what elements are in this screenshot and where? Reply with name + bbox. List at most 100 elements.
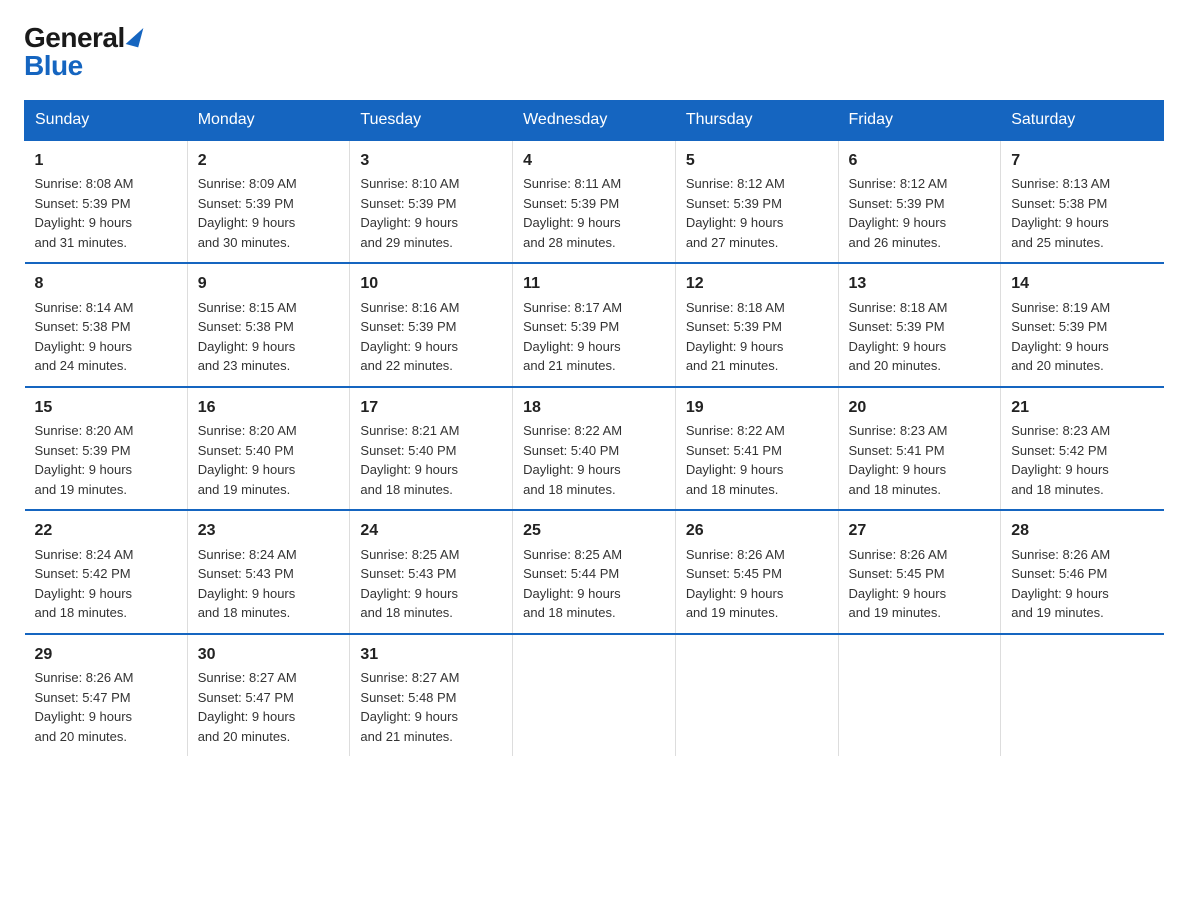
calendar-cell: 4 Sunrise: 8:11 AMSunset: 5:39 PMDayligh…	[513, 140, 676, 263]
day-number: 29	[35, 643, 177, 666]
day-info: Sunrise: 8:25 AMSunset: 5:43 PMDaylight:…	[360, 547, 459, 621]
day-number: 23	[198, 519, 340, 542]
day-info: Sunrise: 8:25 AMSunset: 5:44 PMDaylight:…	[523, 547, 622, 621]
day-info: Sunrise: 8:21 AMSunset: 5:40 PMDaylight:…	[360, 423, 459, 497]
day-info: Sunrise: 8:24 AMSunset: 5:42 PMDaylight:…	[35, 547, 134, 621]
calendar-cell: 14 Sunrise: 8:19 AMSunset: 5:39 PMDaylig…	[1001, 263, 1164, 386]
calendar-cell: 19 Sunrise: 8:22 AMSunset: 5:41 PMDaylig…	[675, 387, 838, 510]
day-number: 30	[198, 643, 340, 666]
day-info: Sunrise: 8:26 AMSunset: 5:47 PMDaylight:…	[35, 670, 134, 744]
day-number: 20	[849, 396, 991, 419]
calendar-cell: 25 Sunrise: 8:25 AMSunset: 5:44 PMDaylig…	[513, 510, 676, 633]
day-number: 8	[35, 272, 177, 295]
calendar-cell: 10 Sunrise: 8:16 AMSunset: 5:39 PMDaylig…	[350, 263, 513, 386]
day-number: 16	[198, 396, 340, 419]
logo-general-text: General	[24, 24, 125, 52]
calendar-cell: 21 Sunrise: 8:23 AMSunset: 5:42 PMDaylig…	[1001, 387, 1164, 510]
header-thursday: Thursday	[675, 101, 838, 141]
calendar-cell: 7 Sunrise: 8:13 AMSunset: 5:38 PMDayligh…	[1001, 140, 1164, 263]
day-info: Sunrise: 8:22 AMSunset: 5:41 PMDaylight:…	[686, 423, 785, 497]
day-info: Sunrise: 8:09 AMSunset: 5:39 PMDaylight:…	[198, 176, 297, 250]
day-info: Sunrise: 8:22 AMSunset: 5:40 PMDaylight:…	[523, 423, 622, 497]
header-saturday: Saturday	[1001, 101, 1164, 141]
calendar-cell: 5 Sunrise: 8:12 AMSunset: 5:39 PMDayligh…	[675, 140, 838, 263]
day-info: Sunrise: 8:11 AMSunset: 5:39 PMDaylight:…	[523, 176, 621, 250]
day-info: Sunrise: 8:26 AMSunset: 5:45 PMDaylight:…	[686, 547, 785, 621]
day-number: 4	[523, 149, 665, 172]
week-row-4: 22 Sunrise: 8:24 AMSunset: 5:42 PMDaylig…	[25, 510, 1164, 633]
day-info: Sunrise: 8:24 AMSunset: 5:43 PMDaylight:…	[198, 547, 297, 621]
day-number: 10	[360, 272, 502, 295]
header-wednesday: Wednesday	[513, 101, 676, 141]
calendar-cell: 17 Sunrise: 8:21 AMSunset: 5:40 PMDaylig…	[350, 387, 513, 510]
calendar-cell: 16 Sunrise: 8:20 AMSunset: 5:40 PMDaylig…	[187, 387, 350, 510]
day-info: Sunrise: 8:18 AMSunset: 5:39 PMDaylight:…	[686, 300, 785, 374]
day-info: Sunrise: 8:23 AMSunset: 5:42 PMDaylight:…	[1011, 423, 1110, 497]
day-info: Sunrise: 8:13 AMSunset: 5:38 PMDaylight:…	[1011, 176, 1110, 250]
day-number: 14	[1011, 272, 1153, 295]
week-row-5: 29 Sunrise: 8:26 AMSunset: 5:47 PMDaylig…	[25, 634, 1164, 756]
header-tuesday: Tuesday	[350, 101, 513, 141]
calendar-cell: 3 Sunrise: 8:10 AMSunset: 5:39 PMDayligh…	[350, 140, 513, 263]
day-info: Sunrise: 8:23 AMSunset: 5:41 PMDaylight:…	[849, 423, 948, 497]
calendar-header-row: SundayMondayTuesdayWednesdayThursdayFrid…	[25, 101, 1164, 141]
day-number: 2	[198, 149, 340, 172]
day-number: 17	[360, 396, 502, 419]
header-monday: Monday	[187, 101, 350, 141]
day-number: 24	[360, 519, 502, 542]
calendar-cell: 22 Sunrise: 8:24 AMSunset: 5:42 PMDaylig…	[25, 510, 188, 633]
calendar-table: SundayMondayTuesdayWednesdayThursdayFrid…	[24, 100, 1164, 756]
day-number: 26	[686, 519, 828, 542]
calendar-cell: 26 Sunrise: 8:26 AMSunset: 5:45 PMDaylig…	[675, 510, 838, 633]
calendar-cell: 6 Sunrise: 8:12 AMSunset: 5:39 PMDayligh…	[838, 140, 1001, 263]
calendar-cell: 12 Sunrise: 8:18 AMSunset: 5:39 PMDaylig…	[675, 263, 838, 386]
day-info: Sunrise: 8:19 AMSunset: 5:39 PMDaylight:…	[1011, 300, 1110, 374]
logo-triangle-icon	[125, 25, 143, 48]
calendar-cell: 9 Sunrise: 8:15 AMSunset: 5:38 PMDayligh…	[187, 263, 350, 386]
calendar-cell	[513, 634, 676, 756]
week-row-3: 15 Sunrise: 8:20 AMSunset: 5:39 PMDaylig…	[25, 387, 1164, 510]
day-number: 15	[35, 396, 177, 419]
day-info: Sunrise: 8:17 AMSunset: 5:39 PMDaylight:…	[523, 300, 622, 374]
day-info: Sunrise: 8:26 AMSunset: 5:45 PMDaylight:…	[849, 547, 948, 621]
page-header: General Blue	[24, 24, 1164, 80]
week-row-2: 8 Sunrise: 8:14 AMSunset: 5:38 PMDayligh…	[25, 263, 1164, 386]
calendar-cell: 30 Sunrise: 8:27 AMSunset: 5:47 PMDaylig…	[187, 634, 350, 756]
day-info: Sunrise: 8:12 AMSunset: 5:39 PMDaylight:…	[849, 176, 948, 250]
calendar-cell: 28 Sunrise: 8:26 AMSunset: 5:46 PMDaylig…	[1001, 510, 1164, 633]
calendar-cell: 18 Sunrise: 8:22 AMSunset: 5:40 PMDaylig…	[513, 387, 676, 510]
day-number: 18	[523, 396, 665, 419]
day-number: 3	[360, 149, 502, 172]
calendar-cell: 24 Sunrise: 8:25 AMSunset: 5:43 PMDaylig…	[350, 510, 513, 633]
day-number: 28	[1011, 519, 1153, 542]
day-info: Sunrise: 8:14 AMSunset: 5:38 PMDaylight:…	[35, 300, 134, 374]
calendar-cell	[1001, 634, 1164, 756]
day-number: 1	[35, 149, 177, 172]
calendar-cell: 8 Sunrise: 8:14 AMSunset: 5:38 PMDayligh…	[25, 263, 188, 386]
day-number: 22	[35, 519, 177, 542]
calendar-cell: 15 Sunrise: 8:20 AMSunset: 5:39 PMDaylig…	[25, 387, 188, 510]
day-number: 25	[523, 519, 665, 542]
day-info: Sunrise: 8:20 AMSunset: 5:40 PMDaylight:…	[198, 423, 297, 497]
day-info: Sunrise: 8:26 AMSunset: 5:46 PMDaylight:…	[1011, 547, 1110, 621]
day-number: 27	[849, 519, 991, 542]
day-info: Sunrise: 8:16 AMSunset: 5:39 PMDaylight:…	[360, 300, 459, 374]
logo: General Blue	[24, 24, 141, 80]
day-number: 5	[686, 149, 828, 172]
calendar-cell: 11 Sunrise: 8:17 AMSunset: 5:39 PMDaylig…	[513, 263, 676, 386]
day-info: Sunrise: 8:27 AMSunset: 5:47 PMDaylight:…	[198, 670, 297, 744]
calendar-cell: 27 Sunrise: 8:26 AMSunset: 5:45 PMDaylig…	[838, 510, 1001, 633]
day-number: 13	[849, 272, 991, 295]
calendar-cell: 2 Sunrise: 8:09 AMSunset: 5:39 PMDayligh…	[187, 140, 350, 263]
day-number: 11	[523, 272, 665, 295]
day-number: 21	[1011, 396, 1153, 419]
day-info: Sunrise: 8:15 AMSunset: 5:38 PMDaylight:…	[198, 300, 297, 374]
day-info: Sunrise: 8:20 AMSunset: 5:39 PMDaylight:…	[35, 423, 134, 497]
day-number: 31	[360, 643, 502, 666]
day-number: 9	[198, 272, 340, 295]
calendar-cell: 13 Sunrise: 8:18 AMSunset: 5:39 PMDaylig…	[838, 263, 1001, 386]
calendar-cell: 23 Sunrise: 8:24 AMSunset: 5:43 PMDaylig…	[187, 510, 350, 633]
day-number: 12	[686, 272, 828, 295]
day-info: Sunrise: 8:10 AMSunset: 5:39 PMDaylight:…	[360, 176, 459, 250]
header-friday: Friday	[838, 101, 1001, 141]
